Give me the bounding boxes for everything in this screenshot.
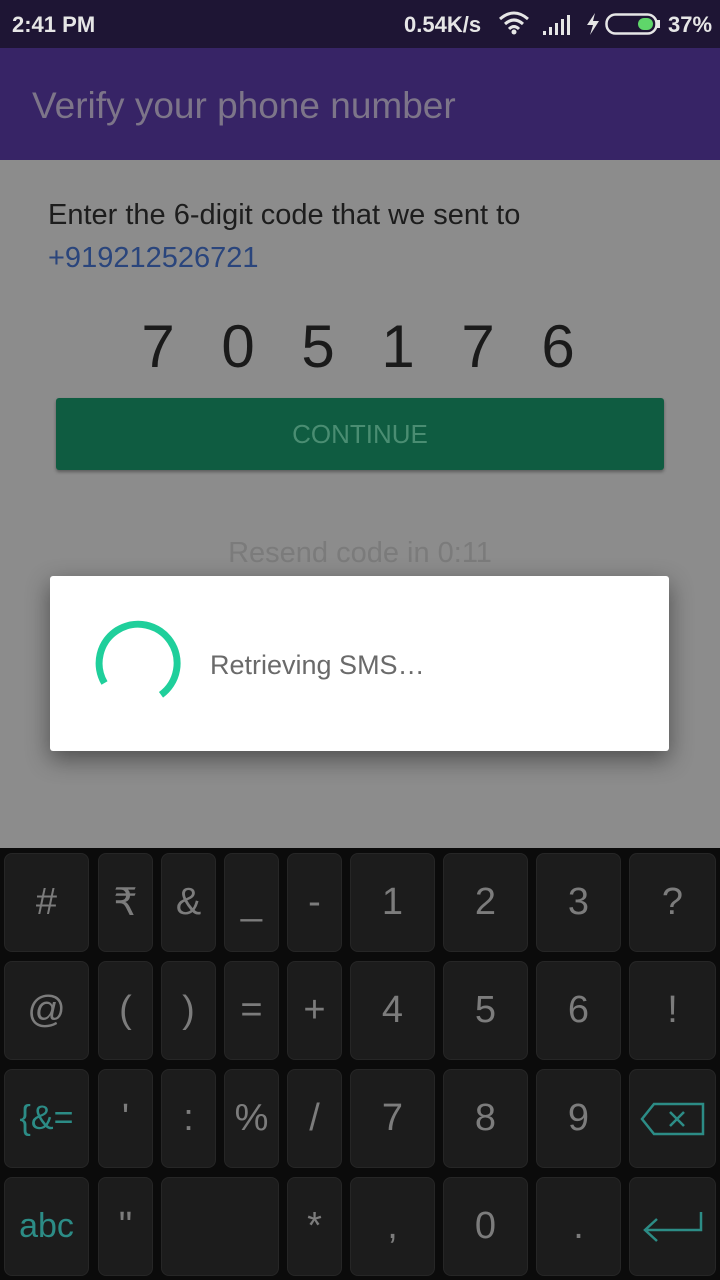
code-digit: 5 [301, 313, 335, 380]
key-minus[interactable]: - [287, 853, 342, 952]
key-label: ) [182, 989, 195, 1031]
key-label: abc [19, 1207, 74, 1245]
key-underscore[interactable]: _ [224, 853, 279, 952]
key-period[interactable]: . [536, 1177, 621, 1276]
code-input[interactable]: 7 0 5 1 7 6 [118, 312, 598, 382]
continue-button[interactable]: CONTINUE [56, 398, 664, 470]
key-double-quote[interactable]: " [98, 1177, 153, 1276]
progress-dialog: Retrieving SMS… [50, 576, 669, 751]
key-2[interactable]: 2 [443, 853, 528, 952]
status-bar: 2:41 PM 0.54K/s 37% [0, 0, 720, 48]
key-8[interactable]: 8 [443, 1069, 528, 1168]
space-key[interactable] [161, 1177, 279, 1276]
key-label: & [175, 881, 202, 923]
key-label: ₹ [113, 882, 138, 924]
key-rupee[interactable]: ₹ [98, 853, 153, 952]
keyboard: # ₹ & _ - 1 2 3 ? @ ( ) = + 4 5 6 ! {&= … [0, 848, 720, 1280]
page-title: Verify your phone number [32, 85, 456, 126]
key-plus[interactable]: + [287, 961, 342, 1060]
key-label: ? [661, 881, 684, 923]
key-label: {&= [19, 1099, 74, 1137]
key-at[interactable]: @ [4, 961, 89, 1060]
loading-spinner-icon [94, 620, 184, 715]
key-label: = [240, 989, 263, 1031]
abc-toggle-key[interactable]: abc [4, 1177, 89, 1276]
wifi-icon [498, 11, 530, 41]
signal-icon [543, 13, 575, 41]
key-label: 8 [474, 1097, 497, 1139]
key-label: ' [121, 1097, 130, 1139]
key-exclamation[interactable]: ! [629, 961, 716, 1060]
key-label: / [309, 1097, 320, 1139]
key-9[interactable]: 9 [536, 1069, 621, 1168]
backspace-key[interactable] [629, 1069, 716, 1168]
key-label: - [308, 881, 321, 923]
code-digit: 1 [381, 313, 415, 380]
enter-key[interactable] [629, 1177, 716, 1276]
key-0[interactable]: 0 [443, 1177, 528, 1276]
key-colon[interactable]: : [161, 1069, 216, 1168]
key-label: , [387, 1205, 398, 1247]
key-equals[interactable]: = [224, 961, 279, 1060]
key-label: 9 [567, 1097, 590, 1139]
key-label: " [118, 1205, 133, 1247]
enter-icon [641, 1210, 705, 1244]
key-label: 2 [474, 881, 497, 923]
instruction-text: Enter the 6-digit code that we sent to [48, 199, 521, 231]
key-5[interactable]: 5 [443, 961, 528, 1060]
phone-number-link[interactable]: +919212526721 [48, 241, 258, 275]
key-label: 1 [381, 881, 404, 923]
backspace-icon [639, 1102, 706, 1136]
key-percent[interactable]: % [224, 1069, 279, 1168]
key-label: : [183, 1097, 194, 1139]
battery-percent: 37% [668, 12, 713, 37]
key-label: 4 [381, 989, 404, 1031]
key-1[interactable]: 1 [350, 853, 435, 952]
key-question[interactable]: ? [629, 853, 716, 952]
key-label: 7 [381, 1097, 404, 1139]
key-label: # [35, 881, 58, 923]
code-digit: 0 [221, 313, 255, 380]
key-ampersand[interactable]: & [161, 853, 216, 952]
key-label: % [234, 1097, 269, 1139]
symbols-toggle-key[interactable]: {&= [4, 1069, 89, 1168]
key-open-paren[interactable]: ( [98, 961, 153, 1060]
key-label: 3 [567, 881, 590, 923]
key-slash[interactable]: / [287, 1069, 342, 1168]
network-speed: 0.54K/s [404, 12, 482, 37]
dialog-message: Retrieving SMS… [210, 650, 425, 680]
key-label: ! [667, 989, 678, 1031]
key-comma[interactable]: , [350, 1177, 435, 1276]
key-label: 5 [474, 989, 497, 1031]
code-digit: 6 [541, 313, 575, 380]
key-hash[interactable]: # [4, 853, 89, 952]
key-apostrophe[interactable]: ' [98, 1069, 153, 1168]
key-label: . [573, 1205, 584, 1247]
charging-icon [586, 13, 600, 41]
key-label: 6 [567, 989, 590, 1031]
resend-countdown: Resend code in 0:11 [228, 537, 492, 569]
key-label: _ [240, 881, 263, 923]
battery-icon [605, 13, 661, 41]
key-3[interactable]: 3 [536, 853, 621, 952]
key-label: + [303, 989, 326, 1031]
key-4[interactable]: 4 [350, 961, 435, 1060]
key-label: * [307, 1205, 322, 1247]
code-digit: 7 [461, 313, 495, 380]
key-close-paren[interactable]: ) [161, 961, 216, 1060]
key-6[interactable]: 6 [536, 961, 621, 1060]
key-label: @ [27, 989, 66, 1031]
key-7[interactable]: 7 [350, 1069, 435, 1168]
key-label: ( [119, 989, 132, 1031]
code-digit: 7 [141, 313, 175, 380]
key-label: 0 [474, 1205, 497, 1247]
status-time: 2:41 PM [12, 12, 96, 37]
key-asterisk[interactable]: * [287, 1177, 342, 1276]
